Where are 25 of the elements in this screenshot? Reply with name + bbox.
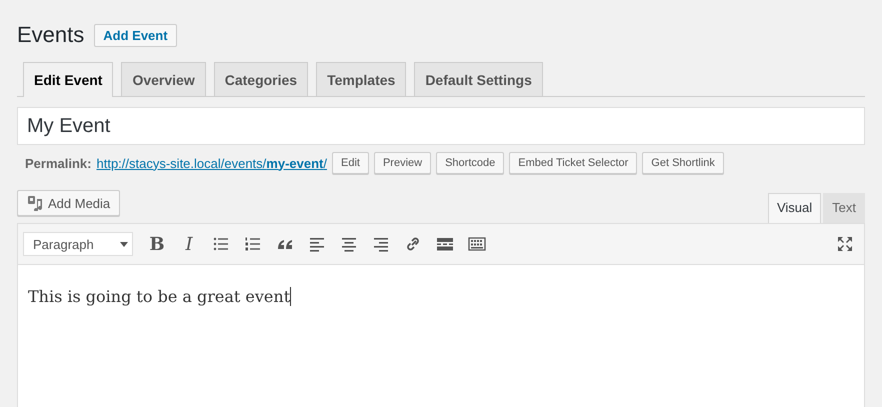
add-event-button[interactable]: Add Event xyxy=(94,24,177,46)
format-select[interactable]: Paragraph xyxy=(23,232,133,256)
tab[interactable]: Overview xyxy=(121,62,206,96)
permalink-button[interactable]: Get Shortlink xyxy=(642,152,724,174)
permalink-button[interactable]: Preview xyxy=(374,152,432,174)
text-cursor xyxy=(290,287,292,306)
tab[interactable]: Default Settings xyxy=(414,62,543,96)
permalink-label: Permalink: xyxy=(25,156,92,170)
permalink-link[interactable]: http://stacys-site.local/events/my-event/ xyxy=(96,156,327,170)
italic-button[interactable]: I xyxy=(175,230,203,258)
page-title: Events xyxy=(17,22,84,48)
editor-mode-tab[interactable]: Text xyxy=(823,193,865,223)
permalink-button[interactable]: Shortcode xyxy=(436,152,504,174)
tab[interactable]: Templates xyxy=(316,62,406,96)
title-field[interactable]: My Event xyxy=(17,107,865,145)
permalink-button[interactable]: Embed Ticket Selector xyxy=(509,152,638,174)
tab[interactable]: Categories xyxy=(214,62,308,96)
media-icon xyxy=(27,195,43,211)
editor-mode-tab[interactable]: Visual xyxy=(768,193,822,223)
bold-button[interactable]: B xyxy=(143,230,171,258)
editor-text: This is going to be a great event xyxy=(28,287,290,306)
tab[interactable]: Edit Event xyxy=(23,62,114,97)
permalink-button[interactable]: Edit xyxy=(332,152,369,174)
add-media-button[interactable]: Add Media xyxy=(17,190,120,216)
caret-icon xyxy=(120,242,128,246)
